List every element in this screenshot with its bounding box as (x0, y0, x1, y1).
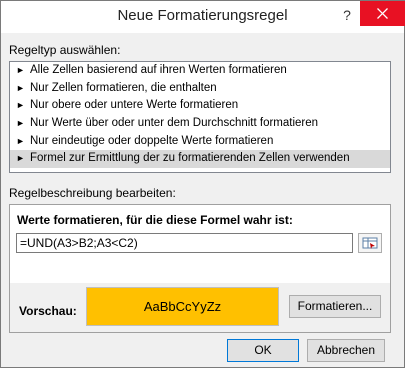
range-select-icon (362, 237, 378, 249)
rule-type-item-label: Nur Werte über oder unter dem Durchschni… (30, 117, 319, 130)
formula-panel: Werte formatieren, für die diese Formel … (10, 205, 390, 283)
arrow-icon: ► (16, 118, 25, 129)
rule-type-item-label: Alle Zellen basierend auf ihren Werten f… (30, 64, 287, 76)
rule-type-item-cells-containing[interactable]: ► Nur Zellen formatieren, die enthalten (10, 80, 390, 98)
arrow-icon: ► (16, 135, 25, 146)
format-button[interactable]: Formatieren... (289, 295, 381, 318)
ok-button[interactable]: OK (227, 339, 299, 362)
rule-type-list[interactable]: ► Alle Zellen basierend auf ihren Werten … (9, 61, 391, 173)
rule-type-item-top-bottom[interactable]: ► Nur obere oder untere Werte formatieren (10, 97, 390, 115)
rule-type-item-label: Nur obere oder untere Werte formatieren (30, 99, 239, 112)
formula-input[interactable]: =UND(A3>B2;A3<C2) (16, 233, 353, 253)
cancel-button[interactable]: Abbrechen (307, 339, 385, 362)
formula-heading: Werte formatieren, für die diese Formel … (17, 213, 293, 227)
range-select-button[interactable] (358, 233, 382, 253)
rule-type-item-unique-duplicate[interactable]: ► Nur eindeutige oder doppelte Werte form… (10, 133, 390, 151)
help-button[interactable]: ? (337, 5, 357, 25)
rule-type-label: Regeltyp auswählen: (9, 43, 121, 57)
new-formatting-rule-dialog: Neue Formatierungsregel ? Regeltyp auswä… (0, 0, 405, 368)
rule-type-item-formula[interactable]: ► Formel zur Ermittlung der zu formatiere… (10, 150, 390, 169)
rule-type-item-label: Nur Zellen formatieren, die enthalten (30, 81, 217, 94)
arrow-icon: ► (16, 153, 25, 164)
arrow-icon: ► (16, 65, 25, 75)
rule-type-item-label: Nur eindeutige oder doppelte Werte forma… (30, 134, 274, 147)
rule-type-item-all-cells[interactable]: ► Alle Zellen basierend auf ihren Werten … (10, 62, 390, 80)
close-icon (377, 8, 388, 19)
rule-type-item-above-below-average[interactable]: ► Nur Werte über oder unter dem Durchschn… (10, 115, 390, 133)
arrow-icon: ► (16, 82, 25, 93)
rule-description-panel: Werte formatieren, für die diese Formel … (9, 204, 391, 333)
close-button[interactable] (360, 1, 405, 26)
preview-label: Vorschau: (19, 304, 77, 318)
arrow-icon: ► (16, 100, 25, 111)
format-preview: AaBbCcYyZz (86, 287, 279, 326)
rule-type-item-label: Formel zur Ermittlung der zu formatieren… (30, 152, 350, 165)
title-bar: Neue Formatierungsregel ? (1, 1, 405, 33)
rule-description-label: Regelbeschreibung bearbeiten: (9, 186, 176, 200)
